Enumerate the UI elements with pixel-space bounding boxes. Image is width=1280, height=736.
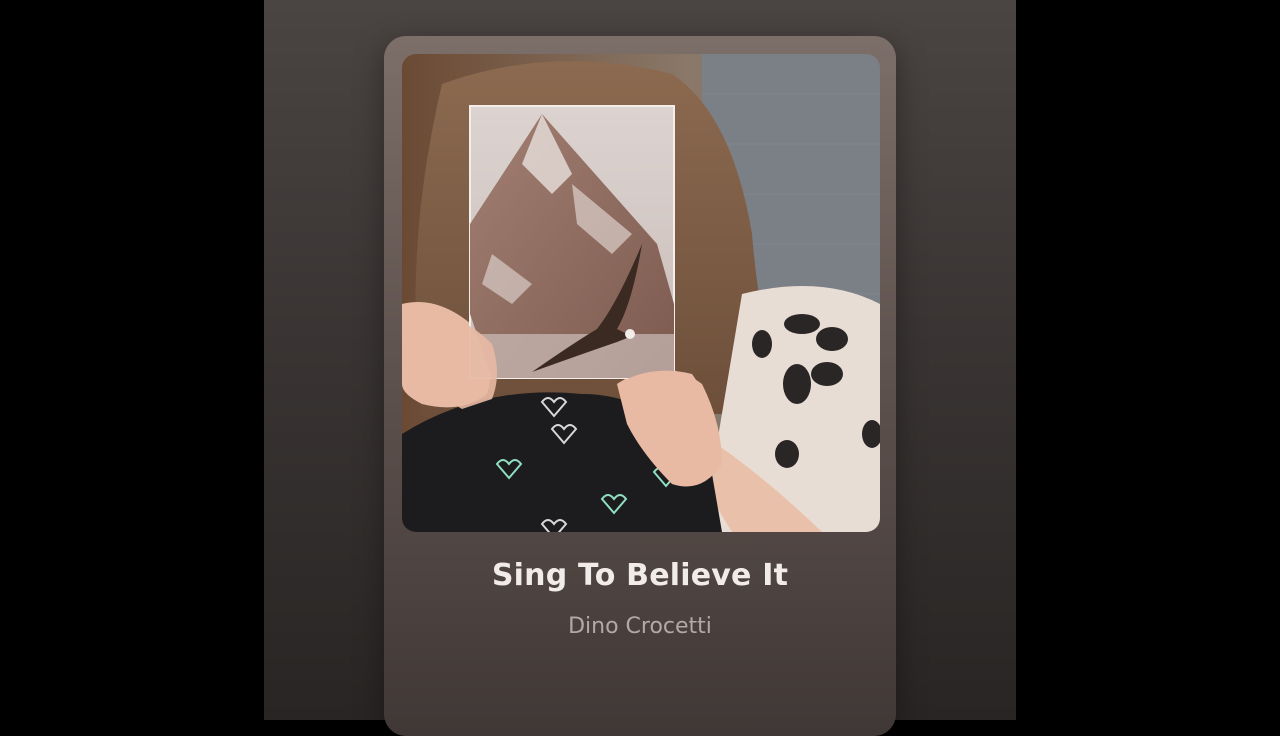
track-title: Sing To Believe It	[491, 558, 789, 593]
player-panel: Sing To Believe It Dino Crocetti	[264, 0, 1016, 736]
artist-name[interactable]: Dino Crocetti	[384, 614, 896, 639]
now-playing-card: Sing To Believe It Dino Crocetti	[384, 36, 896, 736]
album-artwork[interactable]	[402, 54, 880, 532]
